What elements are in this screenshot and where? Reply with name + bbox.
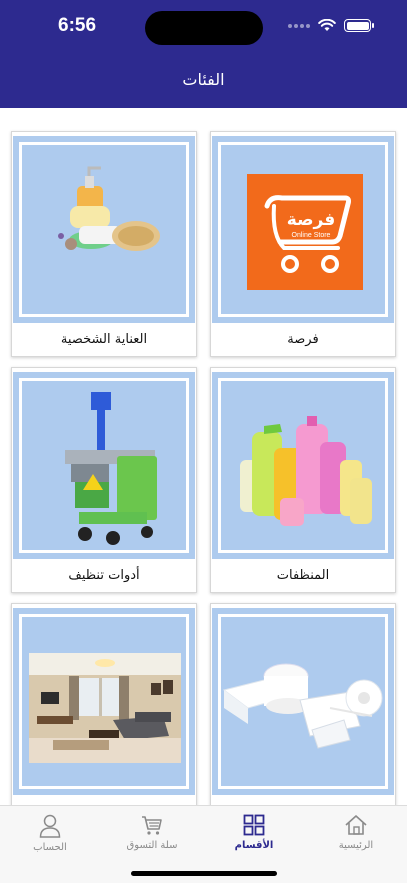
status-icons [288,19,374,32]
category-card-personal-care[interactable]: العناية الشخصية [11,131,197,357]
category-label [12,796,196,805]
category-card-cleaning-tools[interactable]: أدوات تنظيف [11,367,197,593]
tab-categories[interactable]: الأقسام [204,814,304,851]
category-image-personal-care [13,136,195,323]
page-title: الفئات [182,70,225,89]
dynamic-island [145,11,263,45]
category-grid[interactable]: فرصة Online Store فرصة العناية الشخصية ا… [0,108,407,805]
category-image-tissues [212,608,394,795]
category-card-forsa[interactable]: فرصة Online Store فرصة [210,131,396,357]
category-label: أدوات تنظيف [68,568,140,583]
bottom-tab-bar: الرئيسية الأقسام سلة التسوق الحساب [0,805,407,883]
cellular-signal-icon [288,23,310,28]
tab-home-label: الرئيسية [338,840,374,851]
app-header: 6:56 الفئات [0,0,407,108]
battery-icon [344,19,374,32]
category-image-forsa: فرصة Online Store [212,136,394,323]
person-icon [39,814,61,838]
status-time: 6:56 [58,15,97,36]
category-label [211,796,395,805]
category-label: المنظفات [276,568,330,583]
tab-cart-label: سلة التسوق [126,840,178,851]
wifi-icon [318,19,336,31]
tab-cart[interactable]: سلة التسوق [102,814,202,851]
tab-account[interactable]: الحساب [0,814,100,853]
category-card-home[interactable] [11,603,197,805]
category-label: العناية الشخصية [60,332,148,347]
forsa-logo-brand: فرصة [287,210,335,230]
category-label: فرصة [287,332,319,347]
category-image-home [13,608,195,795]
category-image-detergents [212,372,394,559]
home-icon [345,815,367,835]
category-card-detergents[interactable]: المنظفات [210,367,396,593]
category-image-cleaning-tools [13,372,195,559]
home-indicator [131,871,277,876]
grid-icon [243,814,265,836]
tab-categories-label: الأقسام [234,840,274,851]
tab-account-label: الحساب [33,842,67,853]
cart-icon [142,816,162,835]
category-card-tissues[interactable] [210,603,396,805]
tab-home[interactable]: الرئيسية [306,814,406,851]
forsa-logo-subtext: Online Store [292,232,331,239]
